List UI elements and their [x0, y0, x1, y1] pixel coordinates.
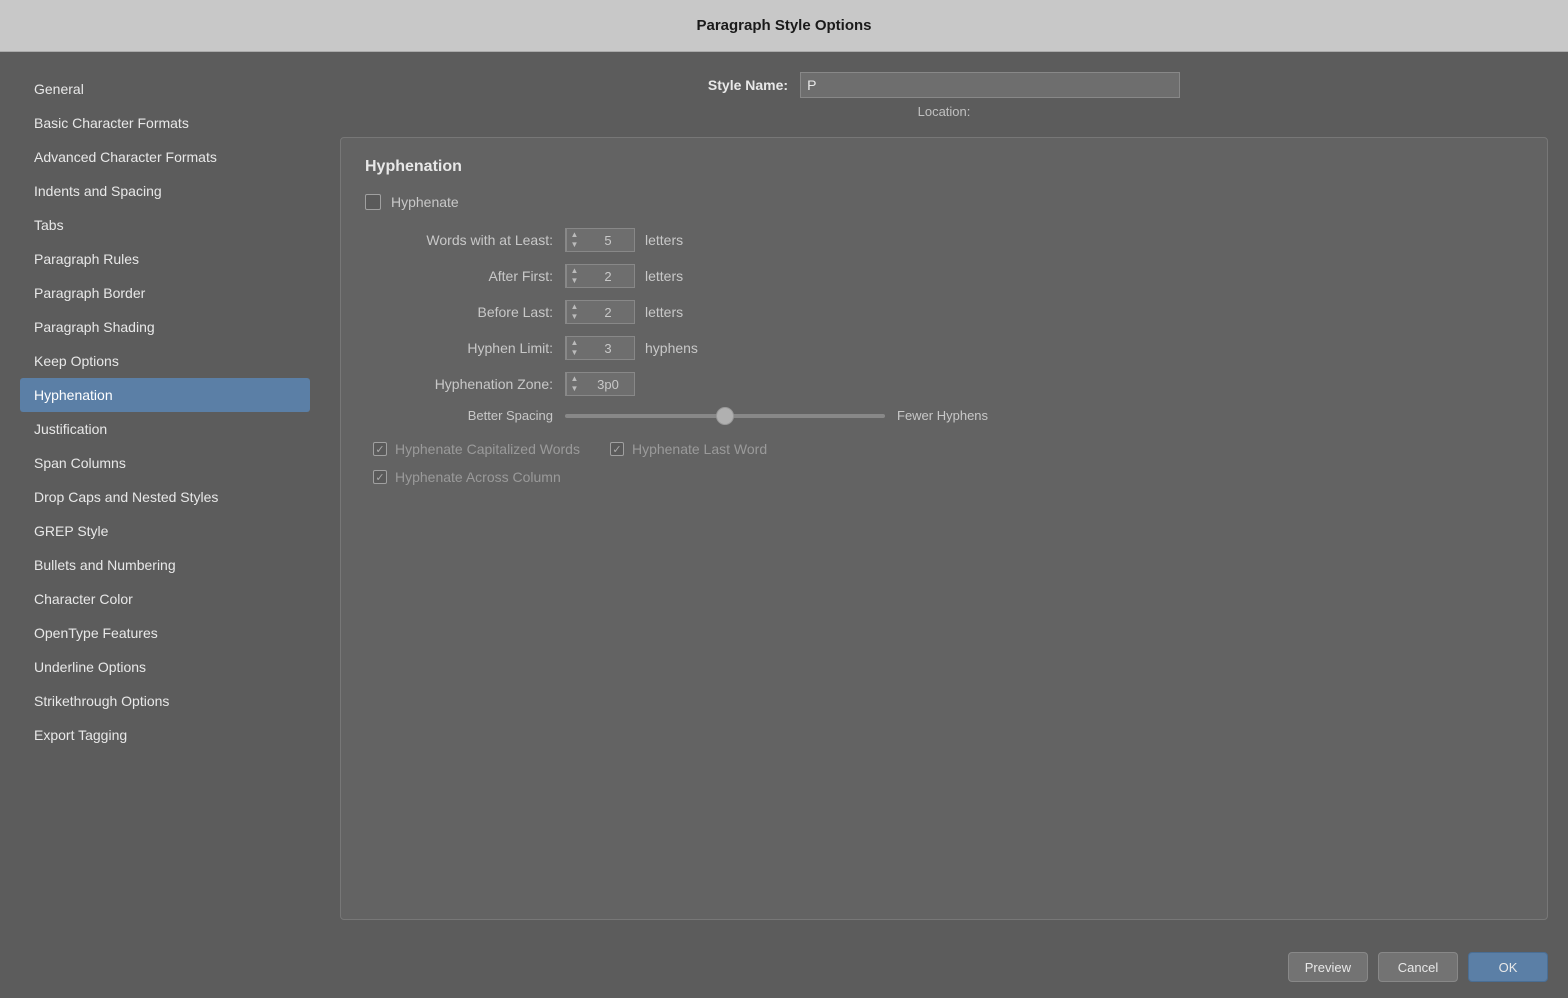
form-row-2: Before Last:▲▼2letters [365, 300, 1523, 324]
spinner-arrows-0[interactable]: ▲▼ [566, 228, 582, 252]
spinner-value-1: 2 [582, 269, 634, 284]
spinner-up-3[interactable]: ▲ [571, 338, 579, 348]
checkbox-box-hyphenate-last-word[interactable]: ✓ [610, 442, 624, 456]
main-panel: Style Name: Location: Hyphenation Hyphen… [310, 72, 1548, 920]
sidebar-item-grep-style[interactable]: GREP Style [20, 514, 310, 548]
checkbox-label-hyphenate-across-column: Hyphenate Across Column [395, 469, 561, 485]
section-box: Hyphenation Hyphenate Words with at Leas… [340, 137, 1548, 920]
field-label-4: Hyphenation Zone: [365, 376, 565, 392]
checkbox-box-hyphenate-capitalized[interactable]: ✓ [373, 442, 387, 456]
form-fields: Words with at Least:▲▼5lettersAfter Firs… [365, 228, 1523, 396]
hyphenate-row[interactable]: Hyphenate [365, 194, 1523, 210]
unit-label-0: letters [645, 232, 683, 248]
unit-label-2: letters [645, 304, 683, 320]
checkbox-row-0: ✓ Hyphenate Capitalized Words ✓ Hyphenate L… [373, 441, 1523, 457]
bottom-bar: Preview Cancel OK [0, 940, 1568, 998]
sidebar-item-opentype-features[interactable]: OpenType Features [20, 616, 310, 650]
checkbox-label-hyphenate-capitalized: Hyphenate Capitalized Words [395, 441, 580, 457]
spinner-arrows-4[interactable]: ▲▼ [566, 372, 582, 396]
title-bar: Paragraph Style Options [0, 0, 1568, 52]
spinner-down-2[interactable]: ▼ [571, 312, 579, 322]
spinner-down-3[interactable]: ▼ [571, 348, 579, 358]
spinner-value-4: 3p0 [582, 377, 634, 392]
slider-left-label: Better Spacing [365, 408, 565, 423]
spinner-arrows-2[interactable]: ▲▼ [566, 300, 582, 324]
field-label-0: Words with at Least: [365, 232, 565, 248]
form-row-0: Words with at Least:▲▼5letters [365, 228, 1523, 252]
spinner-up-0[interactable]: ▲ [571, 230, 579, 240]
sidebar-item-tabs[interactable]: Tabs [20, 208, 310, 242]
slider-track[interactable] [565, 414, 885, 418]
spinner-0[interactable]: ▲▼5 [565, 228, 635, 252]
location-label: Location: [918, 104, 971, 119]
spinner-3[interactable]: ▲▼3 [565, 336, 635, 360]
sidebar-item-hyphenation[interactable]: Hyphenation [20, 378, 310, 412]
style-name-row: Style Name: [340, 72, 1548, 98]
slider-thumb[interactable] [716, 407, 734, 425]
spinner-2[interactable]: ▲▼2 [565, 300, 635, 324]
cancel-button[interactable]: Cancel [1378, 952, 1458, 982]
field-label-2: Before Last: [365, 304, 565, 320]
sidebar-item-drop-caps-and-nested-styles[interactable]: Drop Caps and Nested Styles [20, 480, 310, 514]
checkbox-item-hyphenate-last-word[interactable]: ✓ Hyphenate Last Word [610, 441, 767, 457]
spinner-value-2: 2 [582, 305, 634, 320]
dialog-body: GeneralBasic Character FormatsAdvanced C… [0, 52, 1568, 998]
spacing-slider-row: Better Spacing Fewer Hyphens [365, 408, 1523, 423]
preview-button[interactable]: Preview [1288, 952, 1368, 982]
sidebar-item-advanced-character-formats[interactable]: Advanced Character Formats [20, 140, 310, 174]
field-label-3: Hyphen Limit: [365, 340, 565, 356]
sidebar-item-paragraph-border[interactable]: Paragraph Border [20, 276, 310, 310]
checkbox-box-hyphenate-across-column[interactable]: ✓ [373, 470, 387, 484]
slider-right-label: Fewer Hyphens [897, 408, 988, 423]
form-row-3: Hyphen Limit:▲▼3hyphens [365, 336, 1523, 360]
checkbox-item-hyphenate-across-column[interactable]: ✓ Hyphenate Across Column [373, 469, 561, 485]
spinner-value-3: 3 [582, 341, 634, 356]
sidebar-item-bullets-and-numbering[interactable]: Bullets and Numbering [20, 548, 310, 582]
sidebar-item-justification[interactable]: Justification [20, 412, 310, 446]
form-row-4: Hyphenation Zone:▲▼3p0 [365, 372, 1523, 396]
spinner-value-0: 5 [582, 233, 634, 248]
spinner-1[interactable]: ▲▼2 [565, 264, 635, 288]
sidebar-item-paragraph-rules[interactable]: Paragraph Rules [20, 242, 310, 276]
sidebar-item-underline-options[interactable]: Underline Options [20, 650, 310, 684]
spinner-up-4[interactable]: ▲ [571, 374, 579, 384]
sidebar-item-character-color[interactable]: Character Color [20, 582, 310, 616]
sidebar-item-span-columns[interactable]: Span Columns [20, 446, 310, 480]
sidebar: GeneralBasic Character FormatsAdvanced C… [20, 72, 310, 920]
spinner-down-1[interactable]: ▼ [571, 276, 579, 286]
form-row-1: After First:▲▼2letters [365, 264, 1523, 288]
unit-label-1: letters [645, 268, 683, 284]
hyphenate-checkbox[interactable] [365, 194, 381, 210]
sidebar-item-general[interactable]: General [20, 72, 310, 106]
spinner-up-1[interactable]: ▲ [571, 266, 579, 276]
checkbox-label-hyphenate-last-word: Hyphenate Last Word [632, 441, 767, 457]
sidebar-item-export-tagging[interactable]: Export Tagging [20, 718, 310, 752]
spinner-down-4[interactable]: ▼ [571, 384, 579, 394]
ok-button[interactable]: OK [1468, 952, 1548, 982]
dialog-title: Paragraph Style Options [696, 17, 871, 34]
sidebar-item-basic-character-formats[interactable]: Basic Character Formats [20, 106, 310, 140]
sidebar-item-paragraph-shading[interactable]: Paragraph Shading [20, 310, 310, 344]
style-name-label: Style Name: [708, 77, 788, 93]
checkbox-row-1: ✓ Hyphenate Across Column [373, 469, 1523, 485]
style-name-input[interactable] [800, 72, 1180, 98]
bottom-checkboxes: ✓ Hyphenate Capitalized Words ✓ Hyphenate L… [373, 441, 1523, 485]
spinner-arrows-3[interactable]: ▲▼ [566, 336, 582, 360]
location-row: Location: [340, 104, 1548, 119]
checkbox-item-hyphenate-capitalized[interactable]: ✓ Hyphenate Capitalized Words [373, 441, 580, 457]
spinner-down-0[interactable]: ▼ [571, 240, 579, 250]
sidebar-item-strikethrough-options[interactable]: Strikethrough Options [20, 684, 310, 718]
unit-label-3: hyphens [645, 340, 698, 356]
spinner-4[interactable]: ▲▼3p0 [565, 372, 635, 396]
content-area: GeneralBasic Character FormatsAdvanced C… [0, 52, 1568, 940]
sidebar-item-keep-options[interactable]: Keep Options [20, 344, 310, 378]
sidebar-item-indents-and-spacing[interactable]: Indents and Spacing [20, 174, 310, 208]
section-title: Hyphenation [365, 158, 1523, 176]
spinner-arrows-1[interactable]: ▲▼ [566, 264, 582, 288]
hyphenate-label: Hyphenate [391, 194, 459, 210]
spinner-up-2[interactable]: ▲ [571, 302, 579, 312]
field-label-1: After First: [365, 268, 565, 284]
